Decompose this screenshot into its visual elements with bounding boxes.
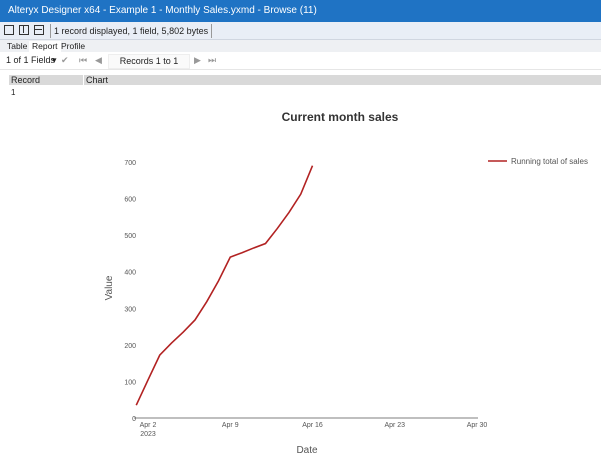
x-tick-label: Apr 9 [222, 422, 239, 429]
x-tick-label: Apr 30 [467, 422, 488, 429]
y-tick-label: 100 [124, 379, 136, 386]
series-line-running-total [135, 165, 314, 406]
y-tick-label: 600 [124, 197, 136, 204]
line-chart: Current month sales Date Value 0 100 200 30… [104, 110, 588, 456]
y-tick-label: 200 [124, 343, 136, 350]
legend-label: Running total of sales [511, 157, 588, 166]
x-tick-label: Apr 16 [302, 422, 323, 429]
y-tick-label: 400 [124, 270, 136, 277]
x-tick-year: 2023 [140, 431, 156, 438]
x-tick-label: Apr 23 [384, 422, 405, 429]
y-tick-label: 700 [124, 160, 136, 167]
y-tick-label: 300 [124, 306, 136, 313]
y-tick-label: 0 [132, 416, 136, 423]
x-tick-label: Apr 2 [140, 422, 157, 429]
chart-title: Current month sales [282, 110, 399, 124]
y-tick-label: 500 [124, 233, 136, 240]
y-axis-label: Value [104, 275, 115, 300]
x-axis-label: Date [296, 445, 318, 456]
